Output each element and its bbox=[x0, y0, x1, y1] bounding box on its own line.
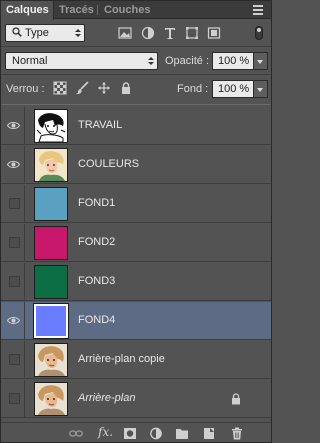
divider bbox=[1, 46, 271, 47]
lock-icon bbox=[232, 393, 240, 405]
new-layer-icon[interactable] bbox=[202, 427, 216, 440]
visibility-toggle[interactable] bbox=[1, 146, 25, 183]
opacity-dropdown-button[interactable] bbox=[254, 52, 268, 70]
filter-row: Type bbox=[1, 20, 271, 46]
layer-name[interactable]: Arrière-plan copie bbox=[78, 353, 165, 365]
eye-icon bbox=[7, 122, 20, 129]
layer-row-arriere-plan-copie[interactable]: Arrière-plan copie bbox=[1, 341, 271, 379]
image-filter-icon[interactable] bbox=[118, 26, 132, 40]
layer-name[interactable]: FOND4 bbox=[78, 314, 115, 326]
shape-filter-icon[interactable] bbox=[185, 26, 199, 40]
visibility-toggle[interactable] bbox=[1, 107, 25, 144]
lock-image-pixels-icon[interactable] bbox=[75, 81, 89, 95]
visibility-box-empty bbox=[9, 198, 20, 209]
adjustment-filter-icon[interactable] bbox=[141, 26, 155, 40]
layer-name[interactable]: FOND1 bbox=[78, 197, 115, 209]
layer-row-travail[interactable]: TRAVAIL bbox=[1, 107, 271, 145]
layer-name[interactable]: FOND2 bbox=[78, 236, 115, 248]
filter-toggle[interactable] bbox=[255, 26, 263, 40]
panel-bottom-bar: fx. bbox=[1, 422, 271, 442]
delete-layer-icon[interactable] bbox=[230, 427, 244, 440]
visibility-toggle[interactable] bbox=[1, 224, 25, 261]
layer-thumbnail-solid bbox=[34, 226, 68, 260]
panel-menu-icon[interactable] bbox=[253, 5, 265, 15]
new-group-icon[interactable] bbox=[175, 427, 189, 440]
fill-dropdown-button[interactable] bbox=[254, 80, 268, 98]
dropdown-arrows-icon bbox=[75, 29, 81, 37]
layer-thumbnail-sketch bbox=[34, 109, 68, 143]
layer-name[interactable]: FOND3 bbox=[78, 275, 115, 287]
blend-mode-value: Normal bbox=[12, 55, 48, 67]
search-icon bbox=[12, 27, 22, 37]
visibility-toggle[interactable] bbox=[1, 302, 25, 339]
link-layers-icon[interactable] bbox=[69, 427, 83, 440]
smart-object-filter-icon[interactable] bbox=[207, 26, 221, 40]
fill-input[interactable]: 100 % bbox=[212, 80, 254, 98]
layers-list: TRAVAIL COULEURS FOND1 FOND2 FOND3 FOND4… bbox=[1, 107, 271, 420]
layer-thumbnail-photo bbox=[34, 343, 68, 377]
lock-transparent-pixels-icon[interactable] bbox=[53, 81, 67, 95]
divider bbox=[1, 74, 271, 75]
layer-row-fond2[interactable]: FOND2 bbox=[1, 224, 271, 262]
layer-thumbnail-photo bbox=[34, 382, 68, 416]
visibility-box-empty bbox=[9, 237, 20, 248]
visibility-box-empty bbox=[9, 393, 20, 404]
layer-name[interactable]: TRAVAIL bbox=[78, 119, 122, 131]
layer-thumbnail-solid bbox=[34, 187, 68, 221]
dropdown-arrows-icon bbox=[148, 57, 154, 65]
panel-tab-bar: Calques Tracés Couches bbox=[1, 1, 271, 20]
filter-kind-select[interactable]: Type bbox=[5, 24, 85, 42]
visibility-box-empty bbox=[9, 276, 20, 287]
adjustment-layer-icon[interactable] bbox=[149, 427, 163, 440]
visibility-toggle[interactable] bbox=[1, 185, 25, 222]
layer-row-fond3[interactable]: FOND3 bbox=[1, 263, 271, 301]
fx-icon[interactable]: fx. bbox=[98, 425, 113, 439]
layer-row-arriere-plan[interactable]: Arrière-plan bbox=[1, 380, 271, 418]
layer-name[interactable]: COULEURS bbox=[78, 158, 139, 170]
layer-thumbnail-solid bbox=[33, 303, 69, 339]
visibility-toggle[interactable] bbox=[1, 380, 25, 417]
type-filter-icon[interactable] bbox=[163, 26, 177, 40]
lock-label: Verrou : bbox=[6, 83, 45, 95]
visibility-box-empty bbox=[9, 354, 20, 365]
layer-mask-icon[interactable] bbox=[123, 427, 137, 440]
layer-thumbnail-portrait-color bbox=[34, 148, 68, 182]
layer-row-couleurs[interactable]: COULEURS bbox=[1, 146, 271, 184]
tab-couches[interactable]: Couches bbox=[99, 1, 155, 19]
eye-icon bbox=[7, 317, 20, 324]
visibility-toggle[interactable] bbox=[1, 341, 25, 378]
tab-traces[interactable]: Tracés bbox=[54, 1, 99, 19]
layer-row-fond4[interactable]: FOND4 bbox=[1, 302, 271, 340]
opacity-label: Opacité : bbox=[165, 55, 210, 67]
divider bbox=[1, 104, 271, 105]
filter-kind-value: Type bbox=[25, 27, 49, 39]
eye-icon bbox=[7, 161, 20, 168]
blend-mode-select[interactable]: Normal bbox=[5, 52, 158, 70]
opacity-input[interactable]: 100 % bbox=[212, 52, 254, 70]
layer-name[interactable]: Arrière-plan bbox=[78, 392, 135, 404]
lock-all-icon[interactable] bbox=[119, 81, 133, 95]
layer-row-fond1[interactable]: FOND1 bbox=[1, 185, 271, 223]
fill-label: Fond : bbox=[177, 83, 209, 95]
tab-calques[interactable]: Calques bbox=[1, 1, 54, 20]
layers-panel: Calques Tracés Couches Type Normal Opaci… bbox=[0, 0, 272, 443]
visibility-toggle[interactable] bbox=[1, 263, 25, 300]
layer-thumbnail-solid bbox=[34, 265, 68, 299]
lock-position-icon[interactable] bbox=[97, 81, 111, 95]
tab-divider bbox=[97, 5, 98, 15]
